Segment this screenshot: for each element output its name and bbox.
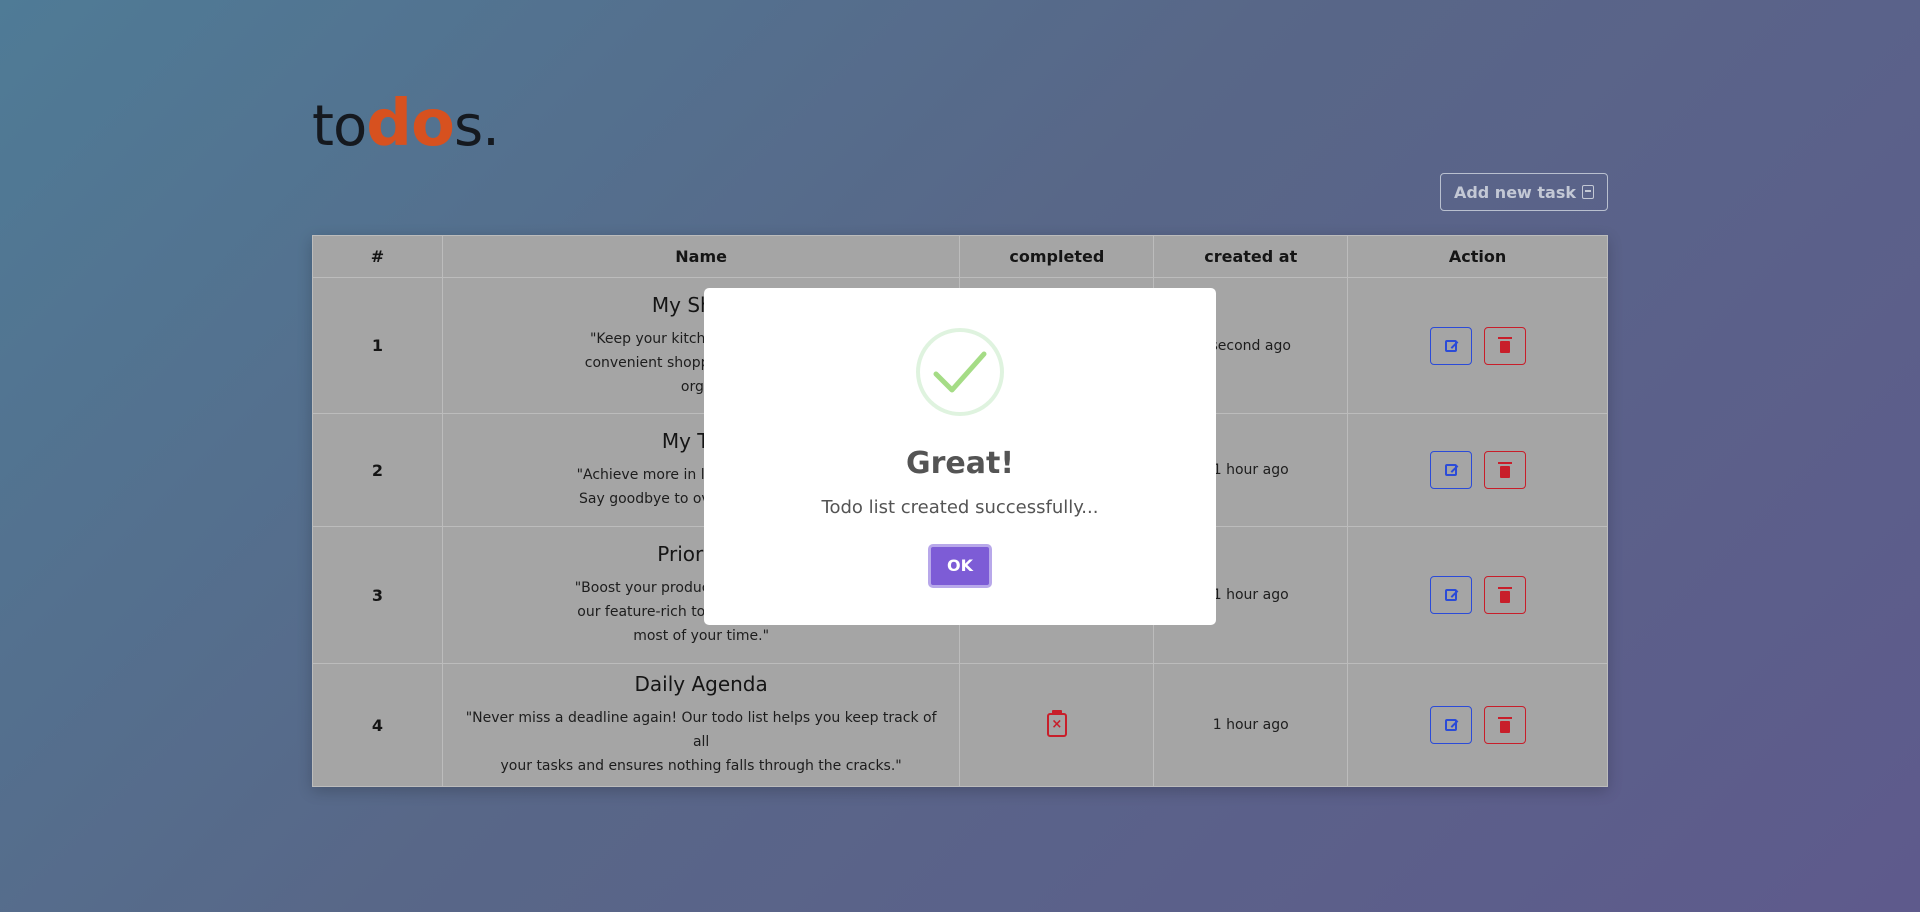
dialog-message: Todo list created successfully... (821, 497, 1099, 518)
checkmark-svg (933, 351, 987, 393)
success-check-icon (916, 328, 1004, 416)
dialog-title: Great! (905, 446, 1015, 481)
success-dialog: Great! Todo list created successfully...… (704, 288, 1216, 625)
ok-button[interactable]: OK (928, 544, 992, 588)
